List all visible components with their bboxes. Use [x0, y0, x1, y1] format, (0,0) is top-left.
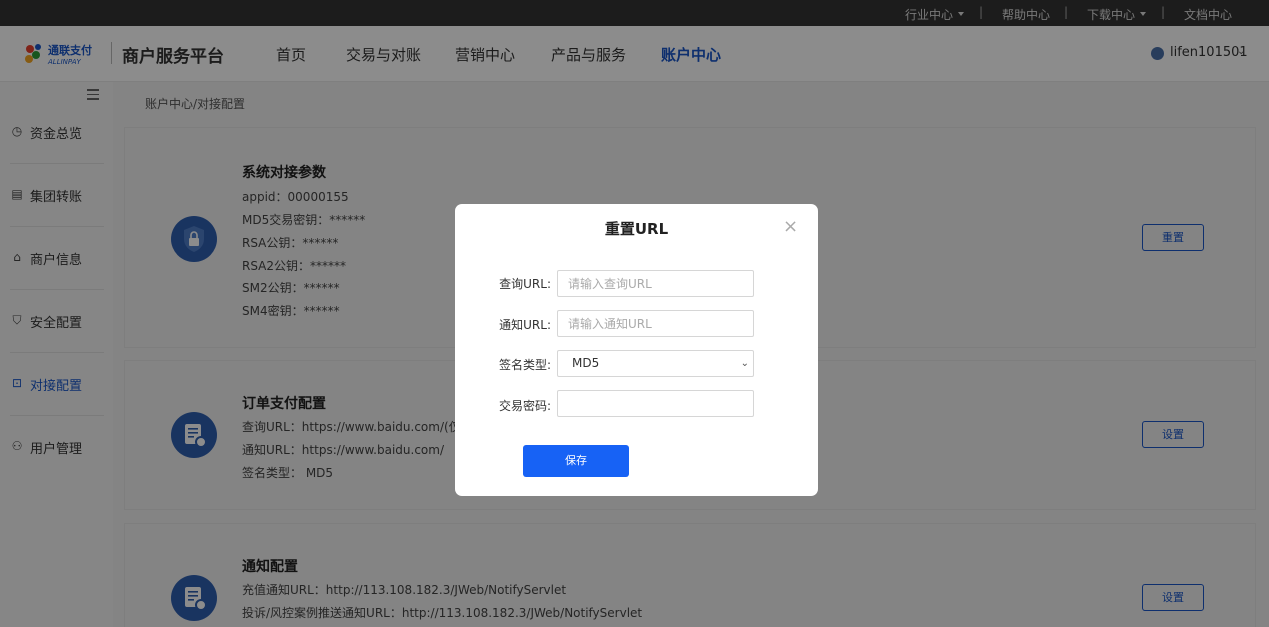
dialog-title: 重置URL: [604, 220, 669, 238]
query-url-input[interactable]: [557, 270, 754, 297]
reset-url-dialog: 重置URL × 查询URL: 通知URL: 签名类型: MD5 ⌄ 交易密码: …: [455, 204, 818, 496]
sign-type-select[interactable]: MD5 ⌄: [557, 350, 754, 377]
notify-url-label: 通知URL:: [499, 318, 551, 332]
chevron-down-icon: ⌄: [740, 358, 749, 369]
query-url-label: 查询URL:: [499, 277, 551, 291]
sign-type-label: 签名类型:: [498, 358, 551, 372]
sign-type-selected: MD5: [572, 356, 600, 370]
save-button[interactable]: 保存: [523, 445, 629, 477]
trade-password-label: 交易密码:: [498, 399, 551, 413]
notify-url-input[interactable]: [557, 310, 754, 337]
trade-password-input[interactable]: [557, 390, 754, 417]
close-icon[interactable]: ×: [783, 216, 798, 237]
